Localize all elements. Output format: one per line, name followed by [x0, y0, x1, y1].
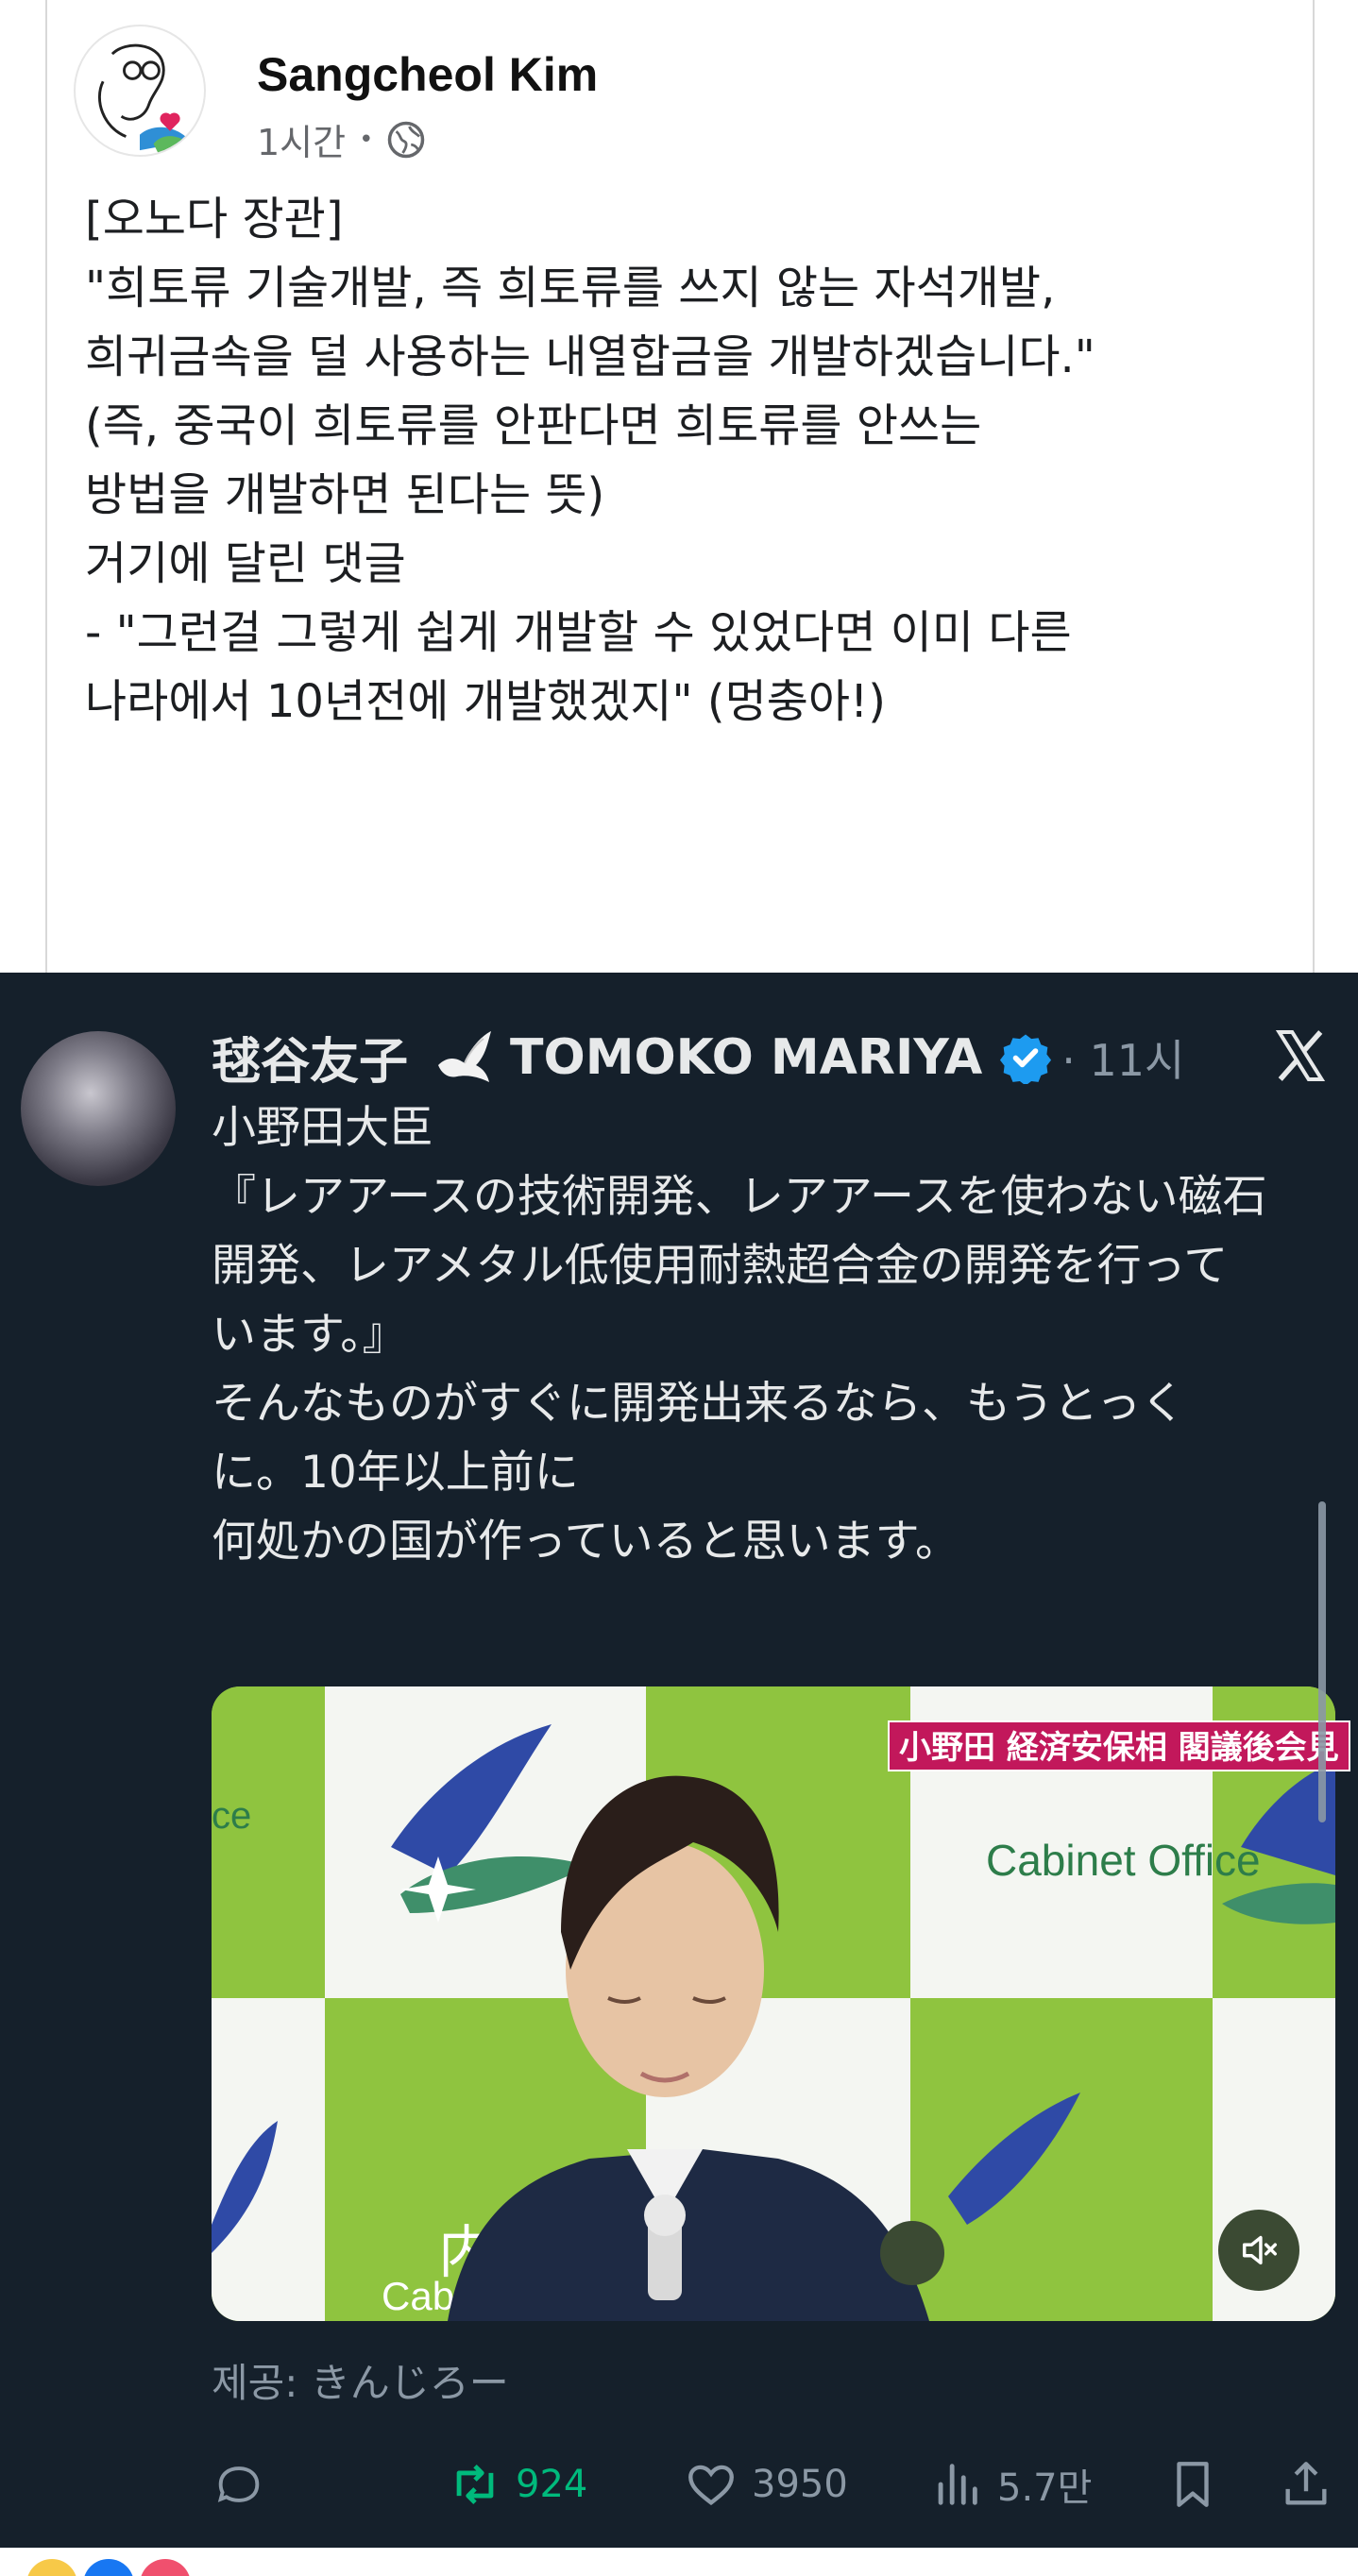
- post-line: [오노다 장관]: [85, 193, 344, 246]
- video-frame: Cabinet Office ce 内 Cab: [212, 1686, 1335, 2321]
- scrollbar-thumb[interactable]: [1318, 1501, 1326, 1822]
- verified-badge-icon: [1000, 1034, 1052, 1084]
- views-chart-icon: [938, 2464, 977, 2505]
- speaker-muted-icon: [1242, 2235, 1277, 2265]
- tweet-line: 小野田大臣: [212, 1102, 433, 1154]
- tweet-author-name-latin[interactable]: TOMOKO MARIYA: [510, 1029, 982, 1086]
- tweet-author-name[interactable]: 毬谷友子: [212, 1022, 408, 1093]
- tweet-video[interactable]: Cabinet Office ce 内 Cab: [212, 1686, 1335, 2321]
- bookmark-icon: [1177, 2462, 1209, 2507]
- reply-icon: [217, 2466, 260, 2502]
- tweet-line: います。』: [212, 1309, 407, 1361]
- facebook-post-card: Sangcheol Kim 1시간 • [오노다 장관] "희토류 기술개발, …: [45, 0, 1315, 973]
- post-line: 나라에서 10년전에 개발했겠지" (멍충아!): [85, 675, 887, 728]
- facebook-post-meta: 1시간 •: [257, 113, 426, 165]
- post-line: 희귀금속을 덜 사용하는 내열합금을 개발하겠습니다.": [85, 330, 1095, 383]
- tweet-screenshot: 毬谷友子 TOMOKO MARIYA · 11시 小野田大臣 『レアアースの技術…: [0, 973, 1358, 2548]
- meta-separator: •: [359, 125, 374, 154]
- video-caption-banner: 小野田 経済安保相 閣議後会見: [888, 1720, 1350, 1771]
- share-button[interactable]: [1279, 2457, 1333, 2512]
- tweet-text: 小野田大臣 『レアアースの技術開発、レアアースを使わない磁石 開発、レアメタル低…: [212, 1093, 1335, 1576]
- video-sign-text: Cabinet Office: [986, 1836, 1261, 1885]
- tweet-author-avatar[interactable]: [21, 1031, 176, 1186]
- tweet-header: 毬谷友子 TOMOKO MARIYA · 11시: [212, 1022, 1184, 1093]
- love-reaction-icon: [140, 2559, 191, 2576]
- svg-text:ce: ce: [212, 1795, 251, 1837]
- thumbs-reaction-icon: [83, 2559, 134, 2576]
- svg-text:Cab: Cab: [382, 2274, 454, 2318]
- post-line: (즉, 중국이 희토류를 안판다면 희토류를 안쓰는: [85, 399, 982, 452]
- like-count: 3950: [752, 2463, 848, 2506]
- globe-icon[interactable]: [386, 120, 426, 160]
- tweet-time[interactable]: · 11시: [1061, 1026, 1184, 1089]
- like-reaction-icon: [26, 2559, 77, 2576]
- facebook-post-section: Sangcheol Kim 1시간 • [오노다 장관] "희토류 기술개발, …: [0, 0, 1358, 973]
- reactions-strip: [0, 2548, 1358, 2576]
- post-line: "희토류 기술개발, 즉 희토류를 쓰지 않는 자석개발,: [85, 262, 1056, 314]
- reaction-icons[interactable]: [26, 2559, 191, 2576]
- facebook-author-name[interactable]: Sangcheol Kim: [257, 47, 598, 102]
- like-button[interactable]: 3950: [684, 2457, 848, 2512]
- mute-button[interactable]: [1218, 2210, 1299, 2291]
- video-provided-by: 제공: きんじろー: [212, 2360, 509, 2406]
- tweet-line: 『レアアースの技術開発、レアアースを使わない磁石: [212, 1171, 1267, 1223]
- post-line: 방법을 개발하면 된다는 뜻): [85, 468, 605, 521]
- tweet-line: そんなものがすぐに開発出来るなら、もうとっく: [212, 1378, 1186, 1430]
- tweet-line: 開発、レアメタル低使用耐熱超合金の開発を行って: [212, 1240, 1229, 1292]
- tweet-actions-bar: 924 3950 5.7만: [212, 2457, 1335, 2523]
- reply-button[interactable]: [212, 2457, 266, 2512]
- views-count: 5.7만: [997, 2466, 1093, 2510]
- heart-icon: [688, 2465, 734, 2506]
- views-button[interactable]: 5.7만: [929, 2457, 1092, 2512]
- facebook-author-avatar[interactable]: [74, 25, 206, 157]
- dove-icon: [438, 1030, 492, 1082]
- post-line: 거기에 달린 댓글: [85, 537, 406, 590]
- x-logo-icon[interactable]: [1271, 1027, 1330, 1084]
- share-icon: [1285, 2462, 1327, 2505]
- facebook-post-body: [오노다 장관] "희토류 기술개발, 즉 희토류를 쓰지 않는 자석개발, 희…: [85, 185, 1303, 737]
- bookmark-button[interactable]: [1165, 2457, 1220, 2512]
- post-line: - "그런걸 그렇게 쉽게 개발할 수 있었다면 이미 다른: [85, 606, 1072, 659]
- tweet-line: に。10年以上前に: [212, 1447, 579, 1499]
- tweet-line: 何処かの国が作っていると思います。: [212, 1516, 959, 1568]
- retweet-count: 924: [516, 2463, 588, 2506]
- facebook-post-time[interactable]: 1시간: [257, 113, 346, 165]
- retweet-icon: [456, 2464, 494, 2505]
- retweet-button[interactable]: 924: [448, 2457, 587, 2512]
